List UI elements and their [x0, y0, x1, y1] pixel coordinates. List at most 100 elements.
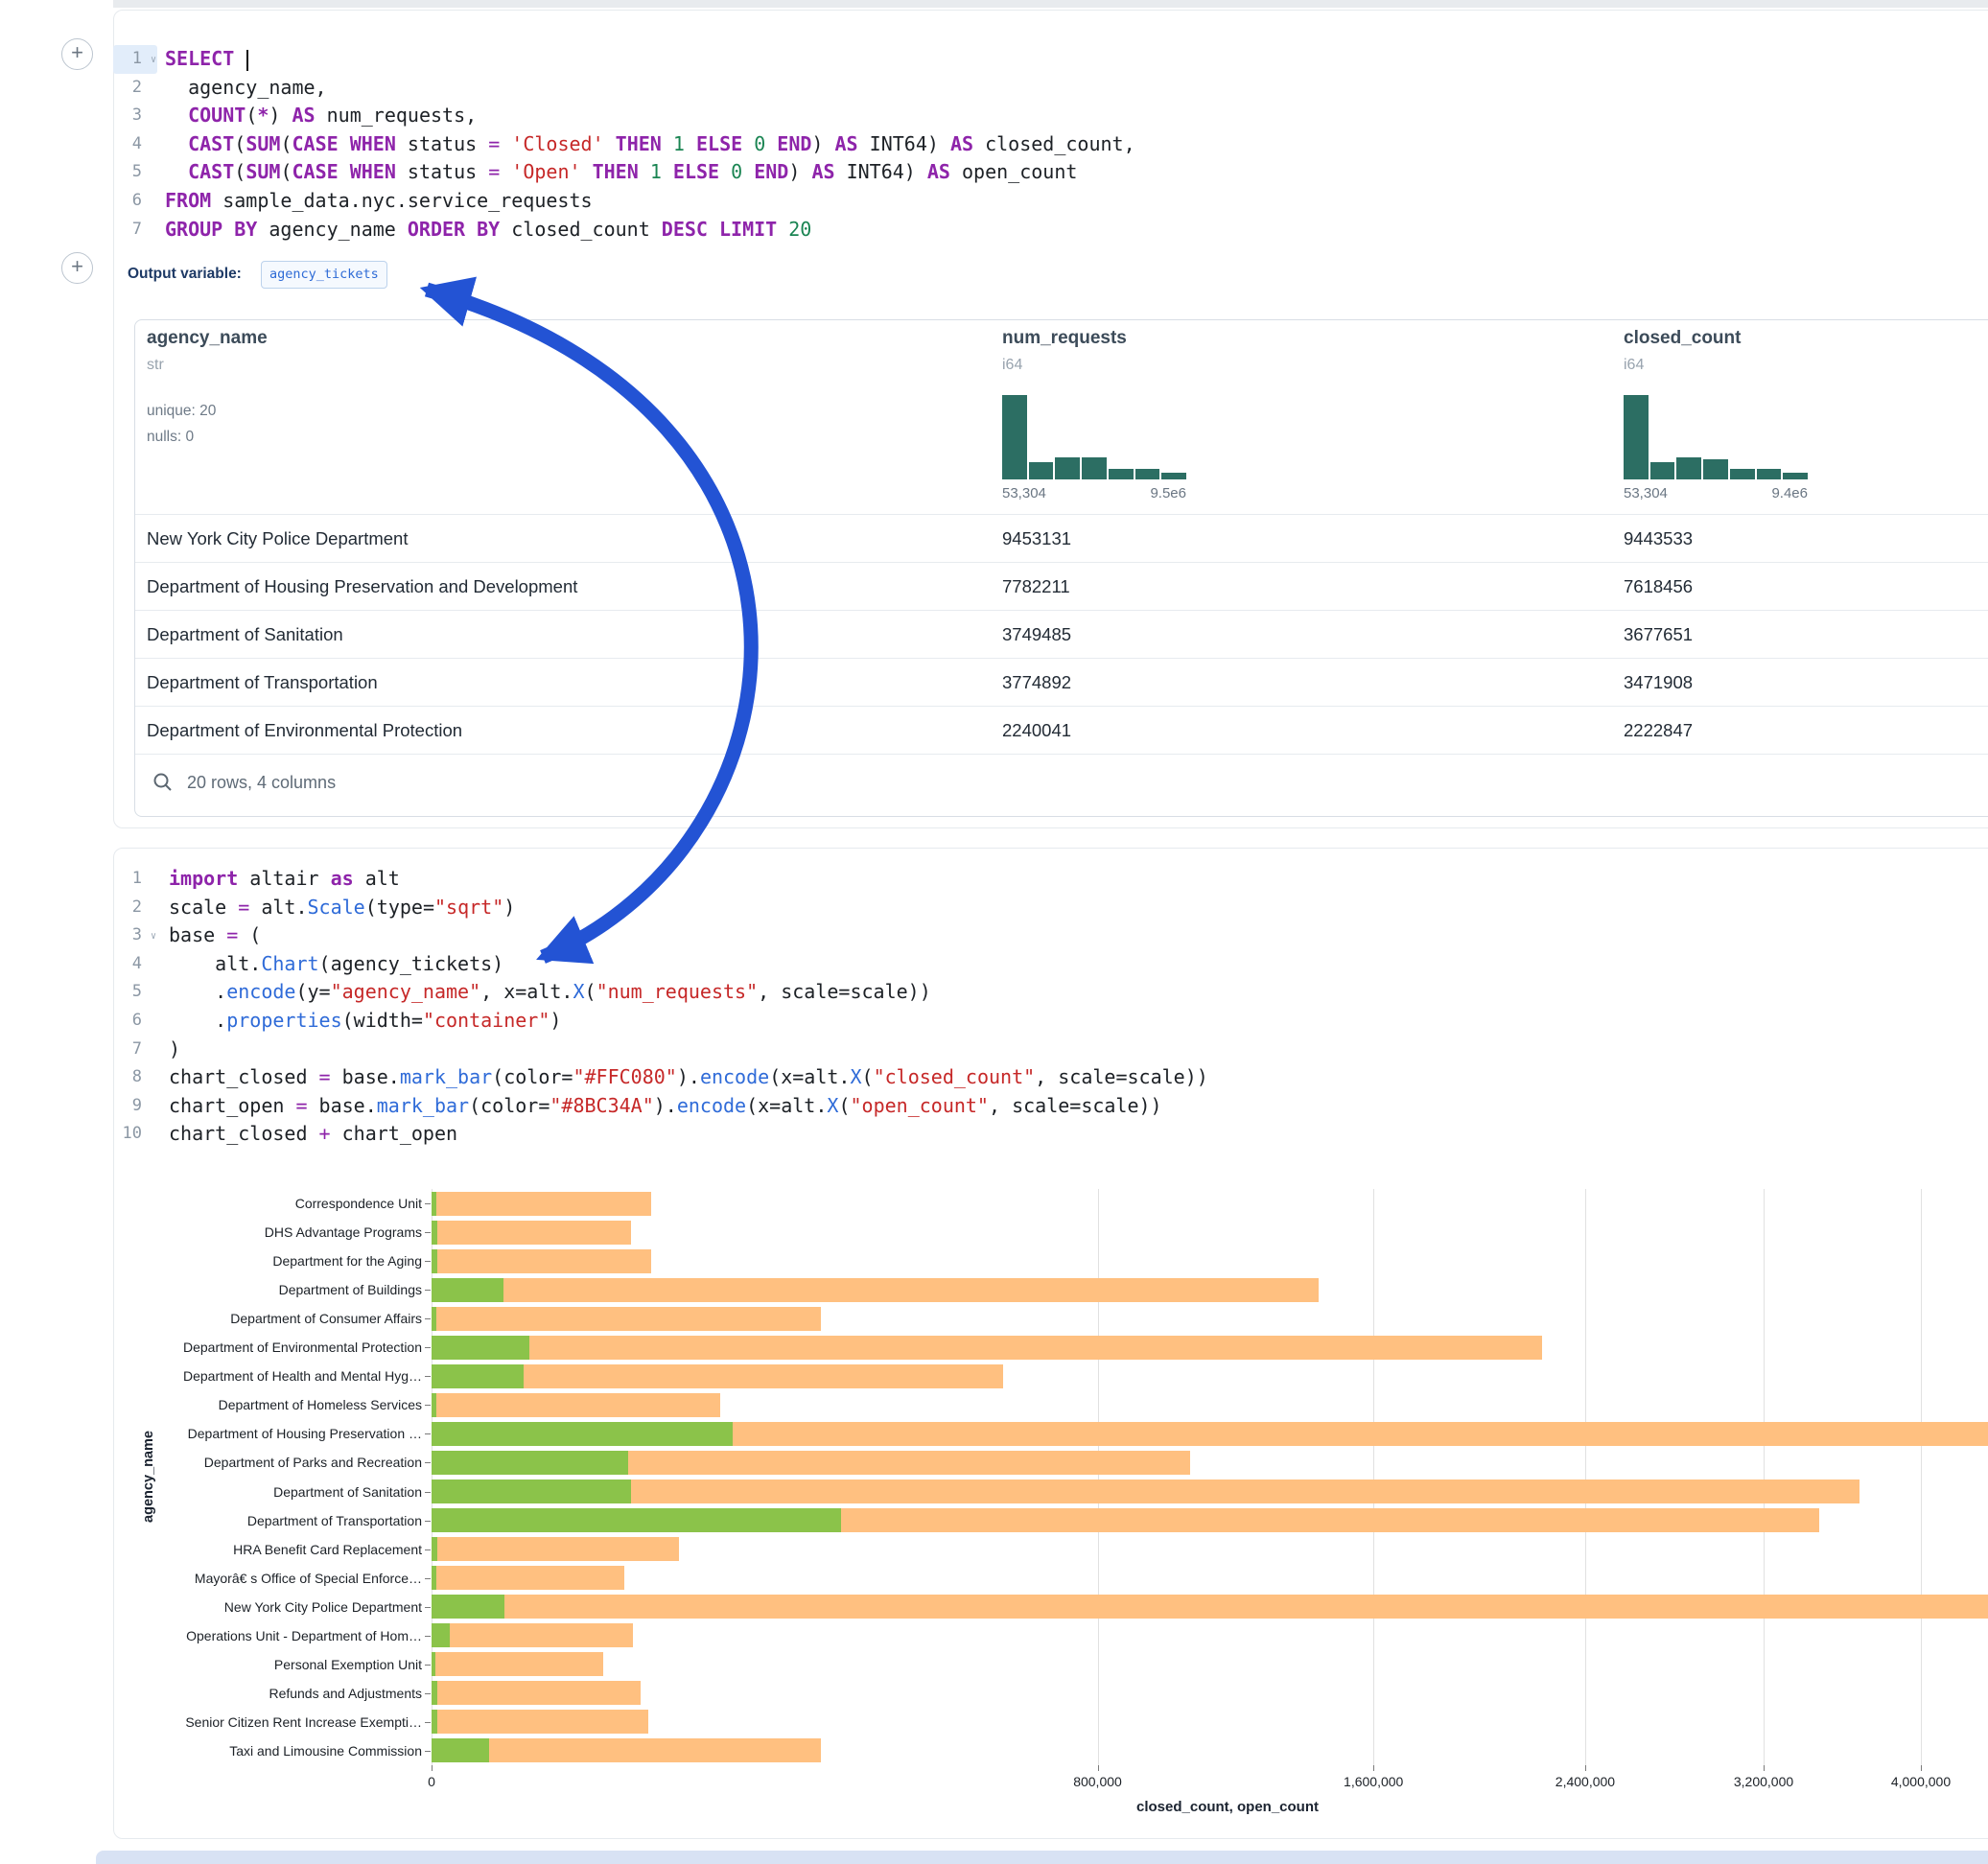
histogram-bar — [1676, 457, 1701, 479]
top-strip — [113, 0, 1988, 8]
line-number: 8 — [113, 1063, 157, 1092]
code-line[interactable]: .properties(width="container") — [169, 1007, 1208, 1036]
code-line[interactable]: base = ( — [169, 921, 1208, 950]
code-line[interactable]: .encode(y="agency_name", x=alt.X("num_re… — [169, 978, 1208, 1007]
python-editor[interactable]: import altair as altscale = alt.Scale(ty… — [169, 865, 1208, 1149]
python-line-numbers: 123∨45678910 — [113, 865, 157, 1149]
table-row: Department of Housing Preservation and D… — [135, 562, 1988, 610]
line-number: 10 — [113, 1120, 157, 1149]
line-number: 1 — [113, 865, 157, 894]
table-cell: 7782211 — [1002, 576, 1070, 597]
table-row: Department of Transportation377489234719… — [135, 658, 1988, 706]
code-line[interactable]: agency_name, — [165, 74, 1135, 103]
table-cell: Department of Transportation — [147, 672, 378, 693]
sql-editor[interactable]: SELECT agency_name, COUNT(*) AS num_requ… — [165, 45, 1135, 244]
table-cell: 9443533 — [1624, 528, 1693, 549]
histogram-bar — [1703, 459, 1728, 479]
table-footer: 20 rows, 4 columns — [135, 749, 1988, 816]
column-type: i64 — [1624, 357, 1741, 374]
hist-min-label: 53,304 — [1624, 485, 1668, 501]
code-line[interactable]: FROM sample_data.nyc.service_requests — [165, 187, 1135, 216]
code-line[interactable]: import altair as alt — [169, 865, 1208, 894]
table-cell: Department of Housing Preservation and D… — [147, 576, 577, 597]
result-table: agency_name str unique: 20 nulls: 0 num_… — [134, 319, 1988, 817]
histogram-bar — [1029, 462, 1054, 479]
line-number: 7 — [113, 216, 157, 245]
column-type: str — [147, 357, 268, 374]
line-number: 3 — [113, 102, 157, 130]
table-row: Department of Sanitation37494853677651 — [135, 610, 1988, 658]
table-body: New York City Police Department 9453131 94… — [135, 514, 1988, 755]
line-number: 7 — [113, 1036, 157, 1064]
text-cursor — [246, 50, 248, 71]
line-number: 2 — [113, 894, 157, 922]
histogram-bar — [1002, 395, 1027, 479]
code-line[interactable]: chart_open = base.mark_bar(color="#8BC34… — [169, 1092, 1208, 1121]
code-line[interactable]: CAST(SUM(CASE WHEN status = 'Open' THEN … — [165, 158, 1135, 187]
notebook-page: + + 1∨234567 SELECT agency_name, COUNT(*… — [0, 0, 1988, 1864]
column-header-closed-count[interactable]: closed_count i64 — [1624, 328, 1741, 374]
histogram-bar — [1650, 462, 1675, 479]
hist-max-label: 9.4e6 — [1771, 485, 1808, 501]
output-variable-chip[interactable]: agency_tickets — [261, 261, 387, 289]
table-cell: Department of Environmental Protection — [147, 720, 462, 741]
table-cell: 3774892 — [1002, 672, 1071, 693]
closed-count-range: 53,304 9.4e6 — [1624, 485, 1808, 501]
column-name: closed_count — [1624, 328, 1741, 349]
column-header-num-requests[interactable]: num_requests i64 — [1002, 328, 1127, 374]
add-cell-button-top[interactable]: + — [61, 38, 93, 70]
add-cell-button-middle[interactable]: + — [61, 252, 93, 284]
hist-min-label: 53,304 — [1002, 485, 1046, 501]
table-cell: Department of Sanitation — [147, 624, 343, 645]
column-nulls: nulls: 0 — [147, 429, 268, 446]
line-number: 5 — [113, 978, 157, 1007]
line-number: 2 — [113, 74, 157, 103]
sql-line-numbers: 1∨234567 — [113, 45, 157, 244]
code-line[interactable]: scale = alt.Scale(type="sqrt") — [169, 894, 1208, 922]
table-cell: 2222847 — [1624, 720, 1693, 741]
histogram-bar — [1783, 473, 1808, 479]
histogram-bar — [1624, 395, 1649, 479]
line-number: 4 — [113, 130, 157, 159]
column-header-agency-name[interactable]: agency_name str unique: 20 nulls: 0 — [147, 328, 268, 446]
histogram-bar — [1730, 469, 1755, 479]
num-requests-range: 53,304 9.5e6 — [1002, 485, 1186, 501]
histogram-bar — [1109, 469, 1134, 479]
fold-chevron-icon[interactable]: ∨ — [151, 922, 156, 951]
table-row: Department of Environmental Protection 22… — [135, 706, 1988, 754]
line-number: 4 — [113, 950, 157, 979]
table-cell: 7618456 — [1624, 576, 1693, 597]
code-line[interactable]: GROUP BY agency_name ORDER BY closed_cou… — [165, 216, 1135, 245]
code-line[interactable]: CAST(SUM(CASE WHEN status = 'Closed' THE… — [165, 130, 1135, 159]
code-line[interactable]: SELECT — [165, 45, 1135, 74]
line-number: 6 — [113, 1007, 157, 1036]
histogram-bar — [1055, 457, 1080, 479]
table-cell: 9453131 — [1002, 528, 1071, 549]
column-type: i64 — [1002, 357, 1127, 374]
row-count-label: 20 rows, 4 columns — [187, 773, 336, 793]
line-number: 1∨ — [113, 45, 157, 74]
column-unique: unique: 20 — [147, 403, 268, 420]
search-icon[interactable] — [152, 772, 174, 793]
histogram-bar — [1757, 469, 1782, 479]
bottom-strip — [96, 1851, 1988, 1864]
code-line[interactable]: ) — [169, 1036, 1208, 1064]
code-line[interactable]: alt.Chart(agency_tickets) — [169, 950, 1208, 979]
histogram-bar — [1161, 473, 1186, 479]
table-cell: 2240041 — [1002, 720, 1071, 741]
output-variable-value: agency_tickets — [269, 267, 379, 282]
table-row: New York City Police Department 9453131 94… — [135, 514, 1988, 562]
line-number: 3∨ — [113, 921, 157, 950]
table-cell: New York City Police Department — [147, 528, 408, 549]
line-number: 5 — [113, 158, 157, 187]
hist-max-label: 9.5e6 — [1150, 485, 1186, 501]
code-line[interactable]: chart_closed + chart_open — [169, 1120, 1208, 1149]
histogram-bar — [1082, 457, 1107, 479]
column-name: num_requests — [1002, 328, 1127, 349]
num-requests-histogram — [1002, 395, 1186, 479]
line-number: 9 — [113, 1092, 157, 1121]
histogram-bar — [1135, 469, 1160, 479]
code-line[interactable]: chart_closed = base.mark_bar(color="#FFC… — [169, 1063, 1208, 1092]
fold-chevron-icon[interactable]: ∨ — [151, 46, 156, 75]
code-line[interactable]: COUNT(*) AS num_requests, — [165, 102, 1135, 130]
